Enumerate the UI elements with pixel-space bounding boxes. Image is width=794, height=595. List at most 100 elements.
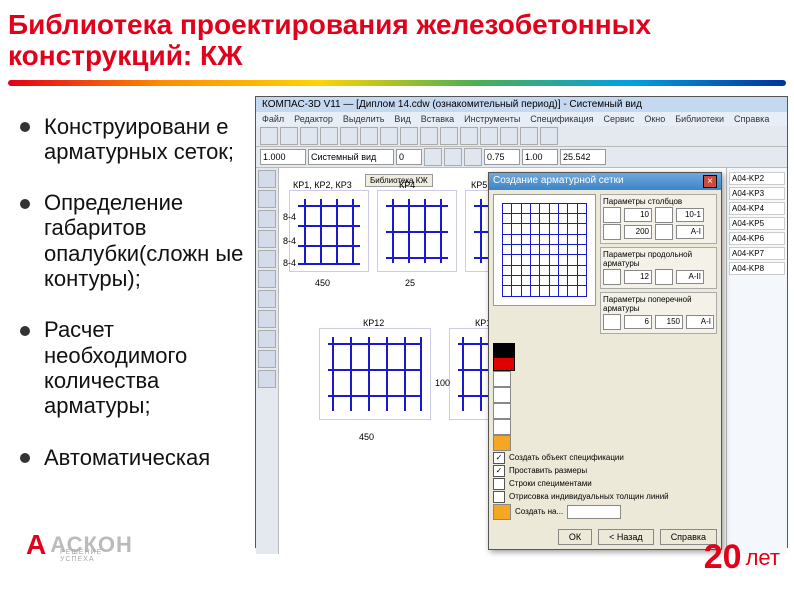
toolbar-icon[interactable] [380, 127, 398, 145]
toolbar-icon[interactable] [420, 127, 438, 145]
check-label: Создать объект спецификации [509, 453, 624, 462]
color-swatch[interactable] [493, 343, 515, 357]
toolbar-icon[interactable] [400, 127, 418, 145]
toolbar-icon[interactable] [320, 127, 338, 145]
diameter-input[interactable]: 6 [624, 315, 652, 329]
toolbar-icon[interactable] [464, 148, 482, 166]
class-input[interactable]: A-I [686, 315, 714, 329]
class-input[interactable]: A-I [676, 225, 704, 239]
class-input[interactable]: A-II [676, 270, 704, 284]
toolbar-icon[interactable] [500, 127, 518, 145]
diameter-input[interactable]: 10-1 [676, 208, 704, 222]
tool-icon[interactable] [258, 230, 276, 248]
tool-icon[interactable] [258, 170, 276, 188]
toolbar-icon[interactable] [460, 127, 478, 145]
layer-select-label: Создать на... [515, 507, 563, 516]
list-item[interactable]: A04-KP4 [729, 202, 785, 215]
rebar-icon[interactable] [603, 224, 621, 240]
color-swatch[interactable] [493, 357, 515, 371]
list-item[interactable]: A04-KP2 [729, 172, 785, 185]
linetype-icon[interactable] [493, 403, 511, 419]
diameter-input[interactable]: 12 [624, 270, 652, 284]
count-input[interactable]: 10 [624, 208, 652, 222]
linewidth-input[interactable]: 0.75 [484, 149, 520, 165]
step-input[interactable]: 150 [655, 315, 683, 329]
rebar-icon[interactable] [655, 224, 673, 240]
toolbar-icon[interactable] [300, 127, 318, 145]
list-item[interactable]: A04-KP5 [729, 217, 785, 230]
toolbar-icon[interactable] [444, 148, 462, 166]
menu-item[interactable]: Окно [644, 114, 665, 124]
tool-icon[interactable] [258, 290, 276, 308]
bullet-item: Автоматическая [20, 445, 255, 470]
toolbar-icon[interactable] [480, 127, 498, 145]
hatch-icon[interactable] [493, 435, 511, 451]
tool-icon[interactable] [258, 310, 276, 328]
embedded-app-screenshot: КОМПАС-3D V11 — [Диплом 14.cdw (ознакоми… [255, 96, 788, 548]
menu-item[interactable]: Инструменты [464, 114, 520, 124]
menu-item[interactable]: Вид [394, 114, 410, 124]
layer-select[interactable] [567, 505, 621, 519]
rebar-icon[interactable] [655, 269, 673, 285]
toolbar-icon[interactable] [520, 127, 538, 145]
coord-input[interactable]: 25.542 [560, 149, 606, 165]
toolbar-icon[interactable] [280, 127, 298, 145]
back-button[interactable]: < Назад [598, 529, 654, 545]
rebar-icon[interactable] [603, 269, 621, 285]
rebar-icon[interactable] [655, 207, 673, 223]
layer-input[interactable]: 0 [396, 149, 422, 165]
checkbox[interactable]: ✓ [493, 465, 505, 477]
drawing-canvas[interactable]: Библиотека КЖ КР1, КР2, КР3 КР4 КР5 [279, 168, 726, 554]
toolbar-icon[interactable] [260, 127, 278, 145]
group-title: Параметры продольной арматуры [603, 250, 714, 268]
menu-item[interactable]: Вставка [421, 114, 454, 124]
dialog-titlebar[interactable]: Создание арматурной сетки × [489, 173, 721, 190]
linetype-icon[interactable] [493, 387, 511, 403]
layer-icon[interactable] [493, 504, 511, 520]
rebar-icon[interactable] [603, 207, 621, 223]
list-item[interactable]: A04-KP8 [729, 262, 785, 275]
toolbar-icon[interactable] [440, 127, 458, 145]
menu-item[interactable]: Сервис [604, 114, 635, 124]
tool-icon[interactable] [258, 370, 276, 388]
tool-icon[interactable] [258, 190, 276, 208]
scale-input[interactable]: 1.000 [260, 149, 306, 165]
menu-item[interactable]: Файл [262, 114, 284, 124]
list-item[interactable]: A04-KP3 [729, 187, 785, 200]
checkbox[interactable] [493, 491, 505, 503]
list-item[interactable]: A04-KP6 [729, 232, 785, 245]
rebar-icon[interactable] [603, 314, 621, 330]
bullet-list: Конструировани е арматурных сеток; Опред… [0, 86, 255, 548]
toolbar-row-1[interactable] [256, 126, 787, 147]
menu-item[interactable]: Библиотеки [675, 114, 724, 124]
toolbar-icon[interactable] [424, 148, 442, 166]
toolbar-row-2[interactable]: 1.000 Системный вид 0 0.75 1.00 25.542 [256, 147, 787, 168]
step-input[interactable]: 200 [624, 225, 652, 239]
linetype-icon[interactable] [493, 419, 511, 435]
checkbox[interactable]: ✓ [493, 452, 505, 464]
vertical-toolbar[interactable] [256, 168, 279, 554]
tool-icon[interactable] [258, 330, 276, 348]
menu-item[interactable]: Выделить [343, 114, 385, 124]
menu-bar[interactable]: Файл Редактор Выделить Вид Вставка Инстр… [256, 112, 787, 126]
close-icon[interactable]: × [703, 175, 717, 188]
list-item[interactable]: A04-KP7 [729, 247, 785, 260]
tool-icon[interactable] [258, 270, 276, 288]
ok-button[interactable]: ОК [558, 529, 592, 545]
menu-item[interactable]: Справка [734, 114, 769, 124]
menu-item[interactable]: Редактор [294, 114, 333, 124]
tool-icon[interactable] [258, 210, 276, 228]
toolbar-icon[interactable] [540, 127, 558, 145]
toolbar-icon[interactable] [360, 127, 378, 145]
view-select[interactable]: Системный вид [308, 149, 394, 165]
rebar-sketch [289, 190, 369, 272]
checkbox[interactable] [493, 478, 505, 490]
element-list-panel[interactable]: A04-KP2 A04-KP3 A04-KP4 A04-KP5 A04-KP6 … [726, 168, 787, 554]
linetype-icon[interactable] [493, 371, 511, 387]
check-label: Проставить размеры [509, 466, 587, 475]
menu-item[interactable]: Спецификация [530, 114, 593, 124]
tool-icon[interactable] [258, 350, 276, 368]
tool-icon[interactable] [258, 250, 276, 268]
toolbar-icon[interactable] [340, 127, 358, 145]
linewidth-input[interactable]: 1.00 [522, 149, 558, 165]
